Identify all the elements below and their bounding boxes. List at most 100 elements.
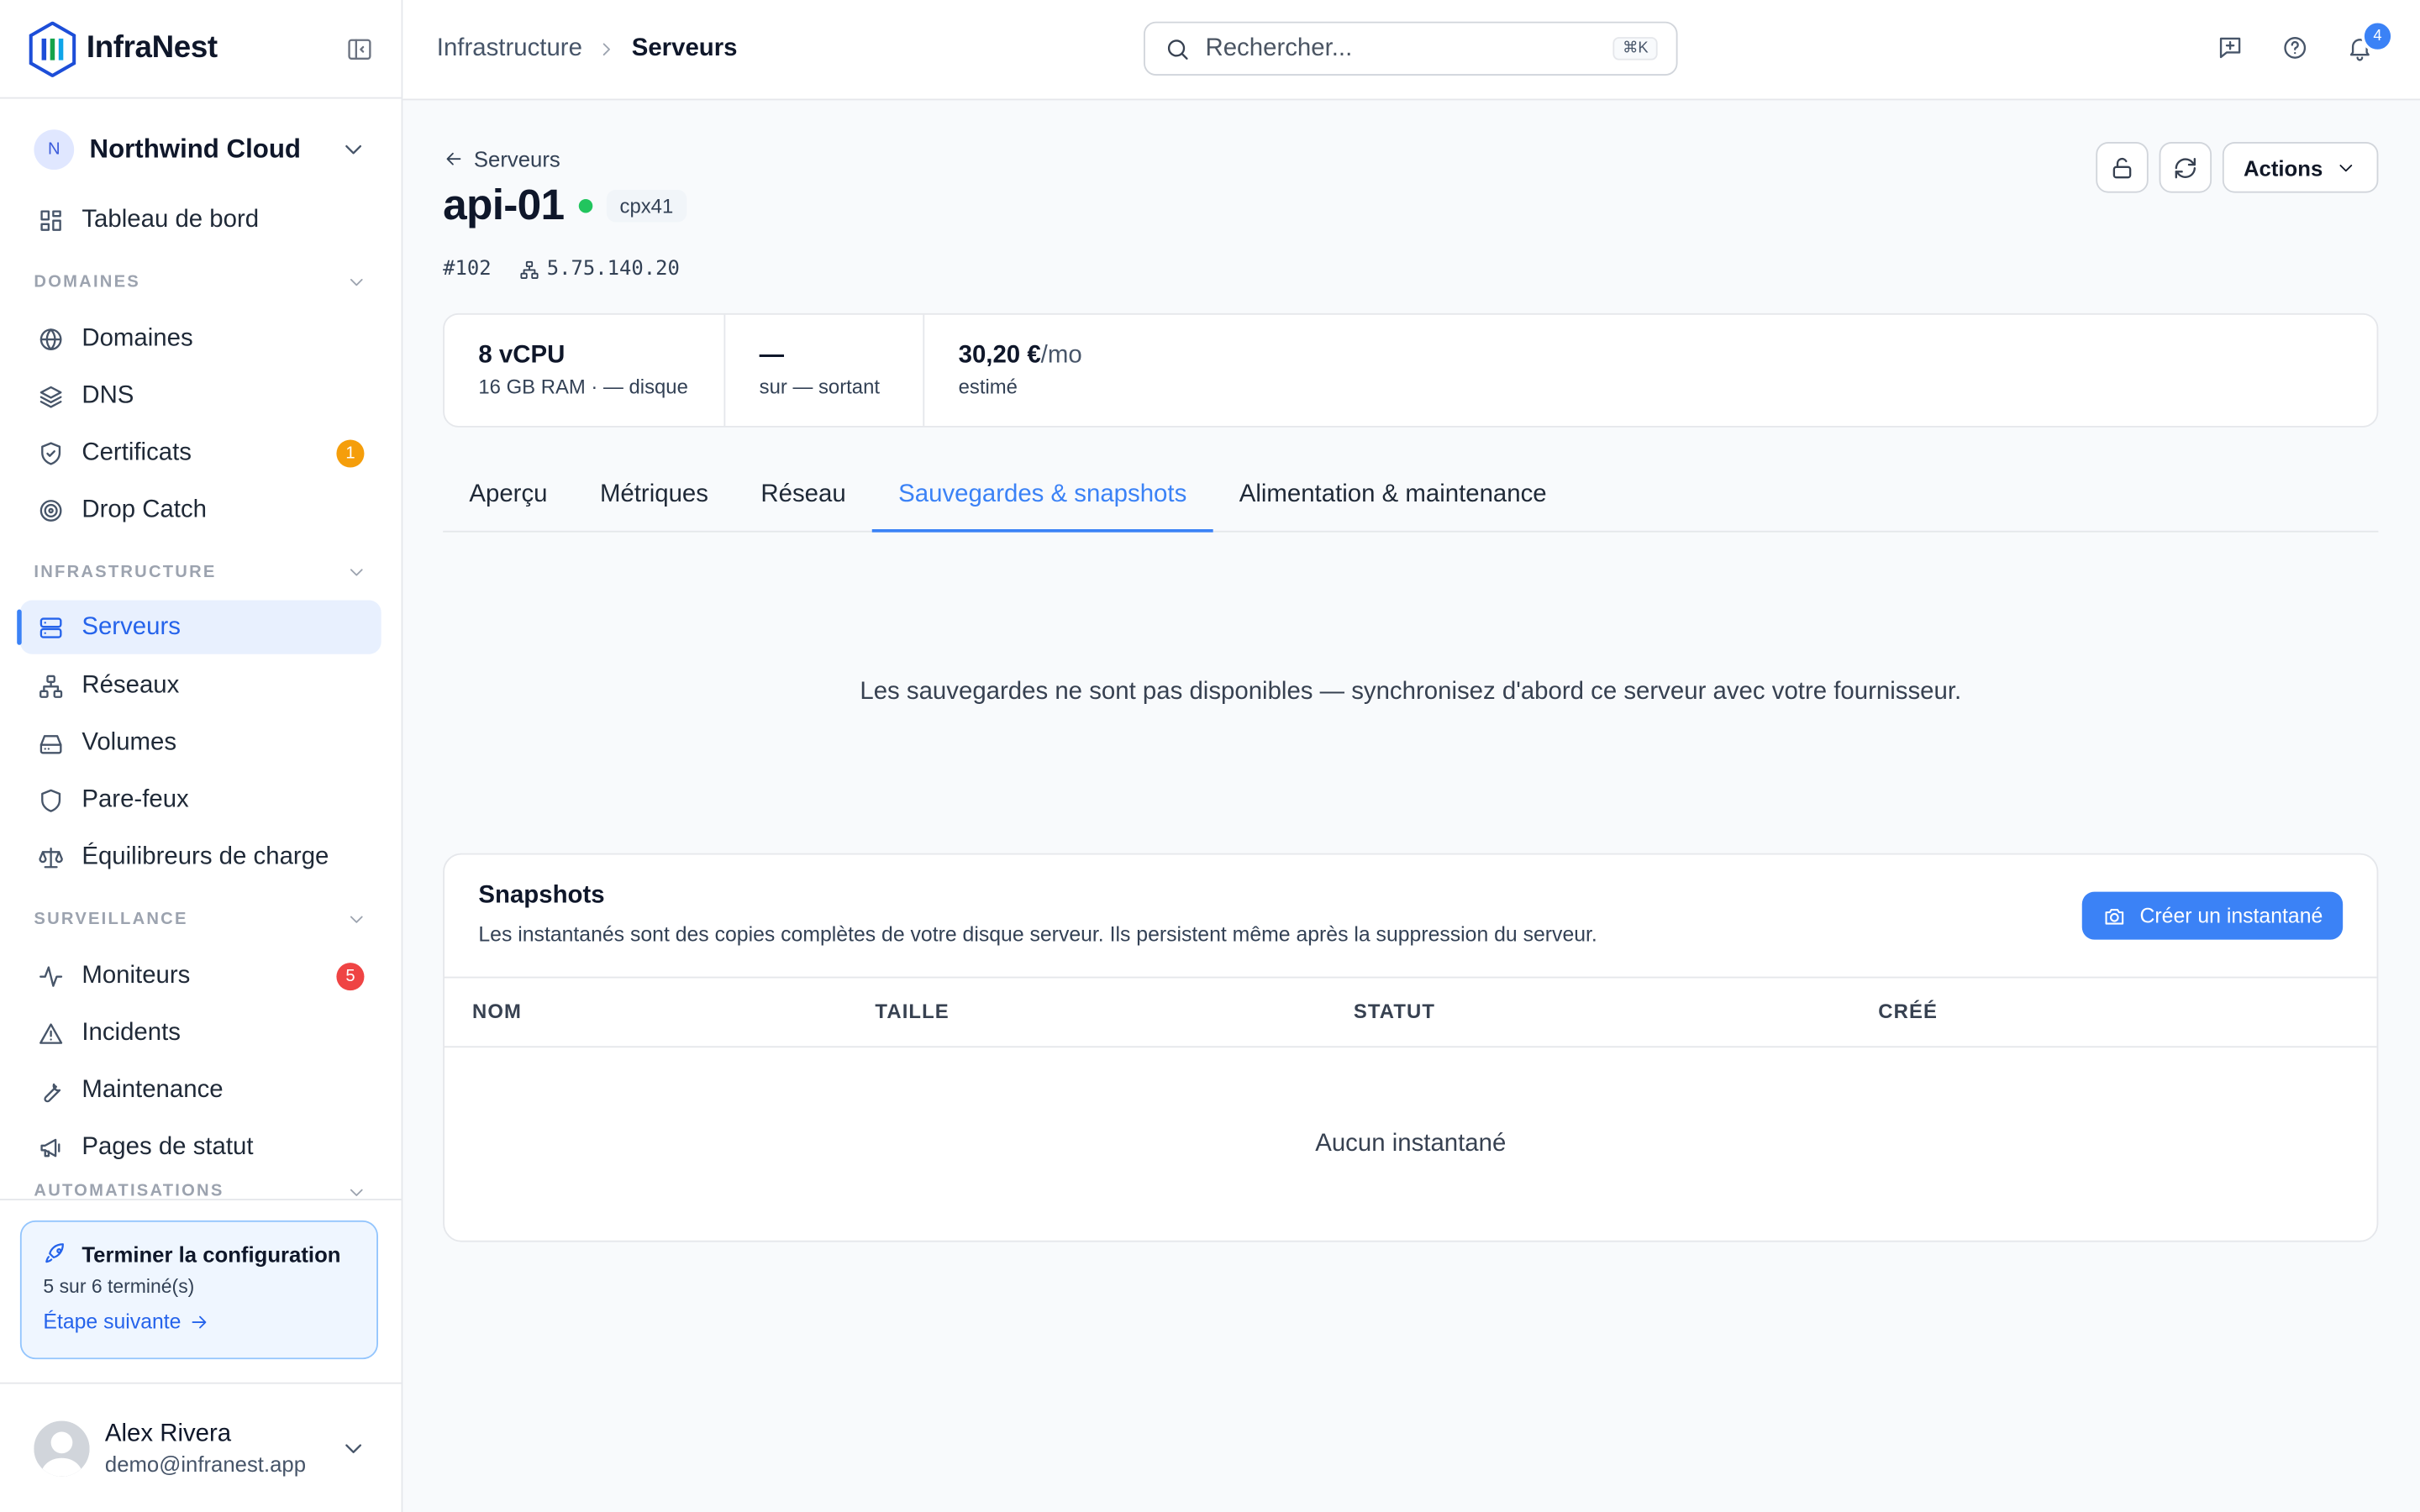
stat-unit: /mo [1040, 342, 1082, 369]
setup-progress: 5 sur 6 terminé(s) [43, 1275, 195, 1298]
target-icon [39, 499, 62, 521]
section-label: AUTOMATISATIONS [34, 1181, 224, 1200]
user-menu[interactable]: Alex Rivera demo@infranest.app [0, 1382, 402, 1512]
sidebar-item-label: DNS [82, 381, 134, 408]
tab-power-maintenance[interactable]: Alimentation & maintenance [1213, 459, 1573, 529]
chevron-right-icon [596, 39, 618, 60]
sidebar-item-load-balancers[interactable]: Équilibreurs de charge [0, 828, 402, 885]
app-name: InfraNest [86, 30, 218, 66]
chevron-down-icon [339, 136, 367, 164]
dashboard-icon [40, 209, 61, 230]
divider [0, 1199, 402, 1200]
server-tabs: Aperçu Métriques Réseau Sauvegardes & sn… [443, 459, 2379, 533]
sidebar-item-servers[interactable]: Serveurs [17, 600, 381, 654]
sidebar-item-maintenance[interactable]: Maintenance [0, 1062, 402, 1119]
sidebar-item-dns[interactable]: DNS [0, 367, 402, 424]
column-header-size[interactable]: TAILLE [875, 1000, 949, 1023]
server-stats: 8 vCPU 16 GB RAM · — disque — sur — sort… [443, 312, 2379, 428]
server-icon [39, 617, 62, 638]
sidebar-item-label: Réseaux [82, 671, 180, 699]
sidebar-item-label: Domaines [82, 324, 193, 351]
network-icon [39, 674, 63, 697]
actions-dropdown[interactable]: Actions [2222, 141, 2379, 193]
chevron-down-icon [345, 562, 367, 584]
camera-icon [2106, 908, 2124, 924]
sidebar-item-domains[interactable]: Domaines [0, 310, 402, 367]
sidebar-item-firewalls[interactable]: Pare-feux [0, 771, 402, 828]
sidebar-item-certificates[interactable]: Certificats 1 [0, 424, 402, 481]
tab-overview[interactable]: Aperçu [443, 459, 574, 529]
activity-icon [39, 965, 63, 986]
stat-compute: 8 vCPU 16 GB RAM · — disque [445, 314, 726, 426]
org-switcher[interactable]: N Northwind Cloud [0, 99, 402, 201]
server-meta: #102 5.75.140.20 [443, 258, 2378, 281]
sidebar-item-volumes[interactable]: Volumes [0, 714, 402, 771]
snapshots-empty-state: Aucun instantané [1315, 1131, 1507, 1158]
alert-triangle-icon [39, 1022, 63, 1043]
stat-label: sur — sortant [759, 375, 880, 398]
sidebar-item-label: Volumes [82, 728, 177, 756]
globe-icon [39, 328, 62, 350]
notifications-button[interactable]: 4 [2346, 19, 2394, 61]
create-snapshot-label: Créer un instantané [2139, 904, 2323, 927]
page-title: api-01 [443, 180, 565, 228]
monitors-count-badge: 5 [336, 962, 365, 990]
rocket-icon [45, 1243, 64, 1263]
column-header-created[interactable]: CRÉÉ [1878, 1000, 1938, 1023]
stat-label: estimé [958, 375, 1018, 398]
sidebar-item-label: Moniteurs [82, 962, 191, 989]
server-ip[interactable]: 5.75.140.20 [547, 258, 680, 281]
stat-value: 8 vCPU [478, 342, 566, 369]
tab-backups-snapshots[interactable]: Sauvegardes & snapshots [871, 459, 1213, 533]
shield-icon [41, 788, 61, 811]
sidebar-item-label: Équilibreurs de charge [82, 843, 329, 870]
sidebar: InfraNest N Northwind Cloud Tableau de b… [0, 0, 403, 1512]
layers-icon [39, 385, 62, 407]
help-icon[interactable] [2281, 34, 2309, 61]
sidebar-item-dashboard[interactable]: Tableau de bord [0, 192, 402, 249]
status-dot [577, 198, 592, 213]
search-input[interactable]: Rechercher... ⌘K [1144, 21, 1678, 76]
feedback-icon[interactable] [2217, 34, 2244, 61]
sidebar-item-label: Pare-feux [82, 785, 189, 813]
next-step-link[interactable]: Étape suivante [43, 1310, 355, 1333]
main-content: Serveurs api-01 cpx41 #102 5.75.140.20 A… [443, 99, 2379, 1242]
section-infrastructure[interactable]: INFRASTRUCTURE [0, 544, 402, 600]
sidebar-item-label: Incidents [82, 1019, 181, 1046]
arrow-right-icon [192, 1315, 207, 1328]
sidebar-item-status-pages[interactable]: Pages de statut [0, 1119, 402, 1176]
section-label: DOMAINES [34, 273, 140, 292]
search-icon [1167, 39, 1188, 60]
section-domains[interactable]: DOMAINES [0, 255, 402, 310]
stat-label: 16 GB RAM · — disque [478, 375, 688, 398]
sidebar-item-networks[interactable]: Réseaux [0, 657, 402, 714]
org-avatar: N [34, 129, 75, 171]
section-monitoring[interactable]: SURVEILLANCE [0, 892, 402, 948]
actions-label: Actions [2243, 155, 2323, 180]
certificates-count-badge: 1 [336, 438, 365, 467]
search-shortcut: ⌘K [1612, 37, 1658, 60]
header-actions: 4 [2217, 19, 2394, 61]
tab-metrics[interactable]: Métriques [574, 459, 734, 529]
tab-network[interactable]: Réseau [734, 459, 872, 529]
column-header-name[interactable]: NOM [472, 1000, 522, 1023]
unlock-icon [2112, 157, 2131, 178]
org-name: Northwind Cloud [89, 134, 302, 164]
back-link[interactable]: Serveurs [443, 146, 2378, 171]
top-header: Infrastructure Serveurs Rechercher... ⌘K… [402, 0, 2420, 101]
sidebar-item-drop-catch[interactable]: Drop Catch [0, 481, 402, 538]
hard-drive-icon [39, 734, 62, 753]
stat-value: 30,20 € [958, 342, 1041, 369]
breadcrumb-infrastructure[interactable]: Infrastructure [437, 35, 582, 63]
scale-icon [39, 847, 63, 868]
column-header-status[interactable]: STATUT [1354, 1000, 1435, 1023]
sidebar-item-monitors[interactable]: Moniteurs 5 [0, 948, 402, 1005]
unlock-button[interactable] [2095, 141, 2149, 193]
create-snapshot-button[interactable]: Créer un instantané [2082, 891, 2344, 940]
shield-check-icon [41, 441, 61, 465]
breadcrumb: Infrastructure Serveurs [437, 35, 738, 63]
sidebar-item-incidents[interactable]: Incidents [0, 1005, 402, 1062]
refresh-button[interactable] [2158, 141, 2212, 193]
stat-cost: 30,20 €/mo estimé [924, 315, 1116, 426]
sidebar-collapse-icon[interactable] [345, 34, 373, 62]
